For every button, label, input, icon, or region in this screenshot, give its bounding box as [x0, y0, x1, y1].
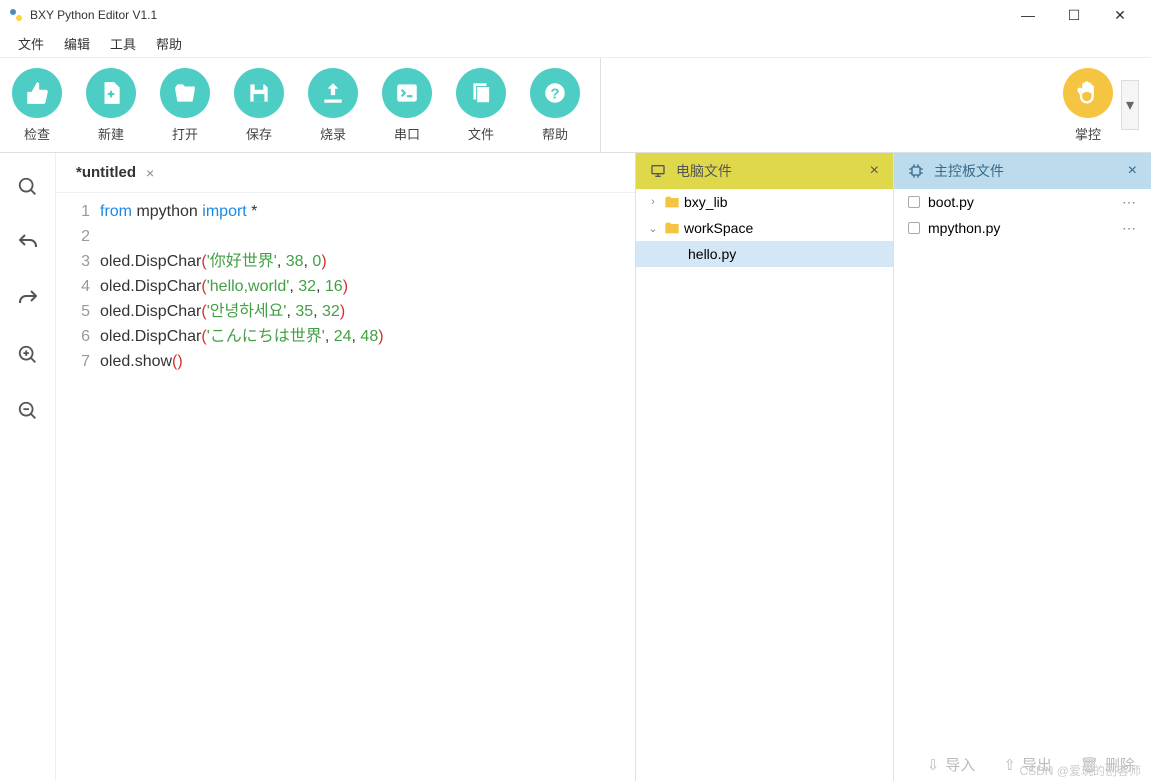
- upload-icon: ⇧: [1003, 756, 1016, 774]
- tree-file[interactable]: hello.py: [636, 241, 893, 267]
- menu-item[interactable]: 编辑: [54, 30, 100, 57]
- new-file-button[interactable]: 新建: [86, 68, 136, 143]
- save-button[interactable]: 保存: [234, 68, 284, 143]
- more-icon[interactable]: ⋯: [1122, 220, 1137, 237]
- menu-item[interactable]: 工具: [100, 30, 146, 57]
- upload-icon: [308, 68, 358, 118]
- tab-name: *untitled: [76, 164, 136, 181]
- local-files-header: 电脑文件 ×: [636, 153, 893, 189]
- menu-item[interactable]: 文件: [8, 30, 54, 57]
- close-icon[interactable]: ×: [1128, 162, 1137, 180]
- tool-label: 帮助: [542, 124, 568, 143]
- local-files-panel: 电脑文件 × ›bxy_lib⌄workSpacehello.py: [636, 153, 894, 781]
- editor-tabs: *untitled ×: [56, 153, 635, 193]
- editor-tab[interactable]: *untitled ×: [66, 158, 164, 187]
- save-icon: [234, 68, 284, 118]
- palm-button[interactable]: 掌控: [1063, 68, 1113, 143]
- terminal-icon: [382, 68, 432, 118]
- local-files-tree[interactable]: ›bxy_lib⌄workSpacehello.py: [636, 189, 893, 781]
- files-button[interactable]: 文件: [456, 68, 506, 143]
- zoom-out-icon[interactable]: [14, 397, 42, 425]
- folder-open-button[interactable]: 打开: [160, 68, 210, 143]
- menu-bar: 文件编辑工具帮助: [0, 30, 1151, 58]
- code-editor[interactable]: 1234567 from mpython import *oled.DispCh…: [56, 193, 635, 781]
- maximize-button[interactable]: ☐: [1051, 0, 1097, 30]
- tool-label: 串口: [394, 124, 420, 143]
- close-button[interactable]: ✕: [1097, 0, 1143, 30]
- hand-icon: [1063, 68, 1113, 118]
- redo-icon[interactable]: [14, 285, 42, 313]
- board-files-panel: 主控板文件 × boot.py⋯mpython.py⋯: [894, 153, 1151, 781]
- line-gutter: 1234567: [56, 199, 100, 781]
- dropdown-arrow[interactable]: ▾: [1121, 80, 1139, 130]
- board-file-item[interactable]: boot.py⋯: [894, 189, 1151, 215]
- monitor-icon: [650, 163, 666, 179]
- tool-label: 保存: [246, 124, 272, 143]
- thumb-up-button[interactable]: 检查: [12, 68, 62, 143]
- menu-item[interactable]: 帮助: [146, 30, 192, 57]
- palm-label: 掌控: [1075, 124, 1101, 143]
- download-icon: ⇩: [927, 756, 940, 774]
- more-icon[interactable]: ⋯: [1122, 194, 1137, 211]
- tool-label: 检查: [24, 124, 50, 143]
- board-file-item[interactable]: mpython.py⋯: [894, 215, 1151, 241]
- tree-folder[interactable]: ⌄workSpace: [636, 215, 893, 241]
- search-icon[interactable]: [14, 173, 42, 201]
- board-files-header: 主控板文件 ×: [894, 153, 1151, 189]
- import-button[interactable]: ⇩导入: [927, 754, 976, 775]
- undo-icon[interactable]: [14, 229, 42, 257]
- tool-label: 文件: [468, 124, 494, 143]
- code-content[interactable]: from mpython import *oled.DispChar('你好世界…: [100, 199, 635, 781]
- files-icon: [456, 68, 506, 118]
- checkbox[interactable]: [908, 196, 920, 208]
- editor-area: *untitled × 1234567 from mpython import …: [56, 153, 635, 781]
- tree-folder[interactable]: ›bxy_lib: [636, 189, 893, 215]
- local-files-title: 电脑文件: [676, 161, 732, 181]
- app-icon: [8, 7, 24, 23]
- chip-icon: [908, 163, 924, 179]
- toolbar: 检查 新建 打开 保存 烧录 串口 文件? 帮助 掌控 ▾: [0, 58, 1151, 153]
- help-icon: ?: [530, 68, 580, 118]
- board-files-title: 主控板文件: [934, 161, 1004, 181]
- watermark: CSDN @爱玩的创客师: [1019, 762, 1141, 779]
- checkbox[interactable]: [908, 222, 920, 234]
- terminal-button[interactable]: 串口: [382, 68, 432, 143]
- help-button[interactable]: ? 帮助: [530, 68, 580, 143]
- tab-close-icon[interactable]: ×: [146, 165, 154, 181]
- folder-open-icon: [160, 68, 210, 118]
- thumb-up-icon: [12, 68, 62, 118]
- svg-text:?: ?: [550, 85, 559, 102]
- board-files-list[interactable]: boot.py⋯mpython.py⋯: [894, 189, 1151, 781]
- zoom-in-icon[interactable]: [14, 341, 42, 369]
- chevron-down-icon[interactable]: ⌄: [646, 222, 660, 235]
- left-sidebar: [0, 153, 56, 781]
- minimize-button[interactable]: —: [1005, 0, 1051, 30]
- tool-label: 新建: [98, 124, 124, 143]
- new-file-icon: [86, 68, 136, 118]
- tool-label: 烧录: [320, 124, 346, 143]
- tool-label: 打开: [172, 124, 198, 143]
- title-bar: BXY Python Editor V1.1 — ☐ ✕: [0, 0, 1151, 30]
- chevron-right-icon[interactable]: ›: [646, 196, 660, 208]
- app-title: BXY Python Editor V1.1: [30, 8, 1005, 22]
- close-icon[interactable]: ×: [870, 162, 879, 180]
- upload-button[interactable]: 烧录: [308, 68, 358, 143]
